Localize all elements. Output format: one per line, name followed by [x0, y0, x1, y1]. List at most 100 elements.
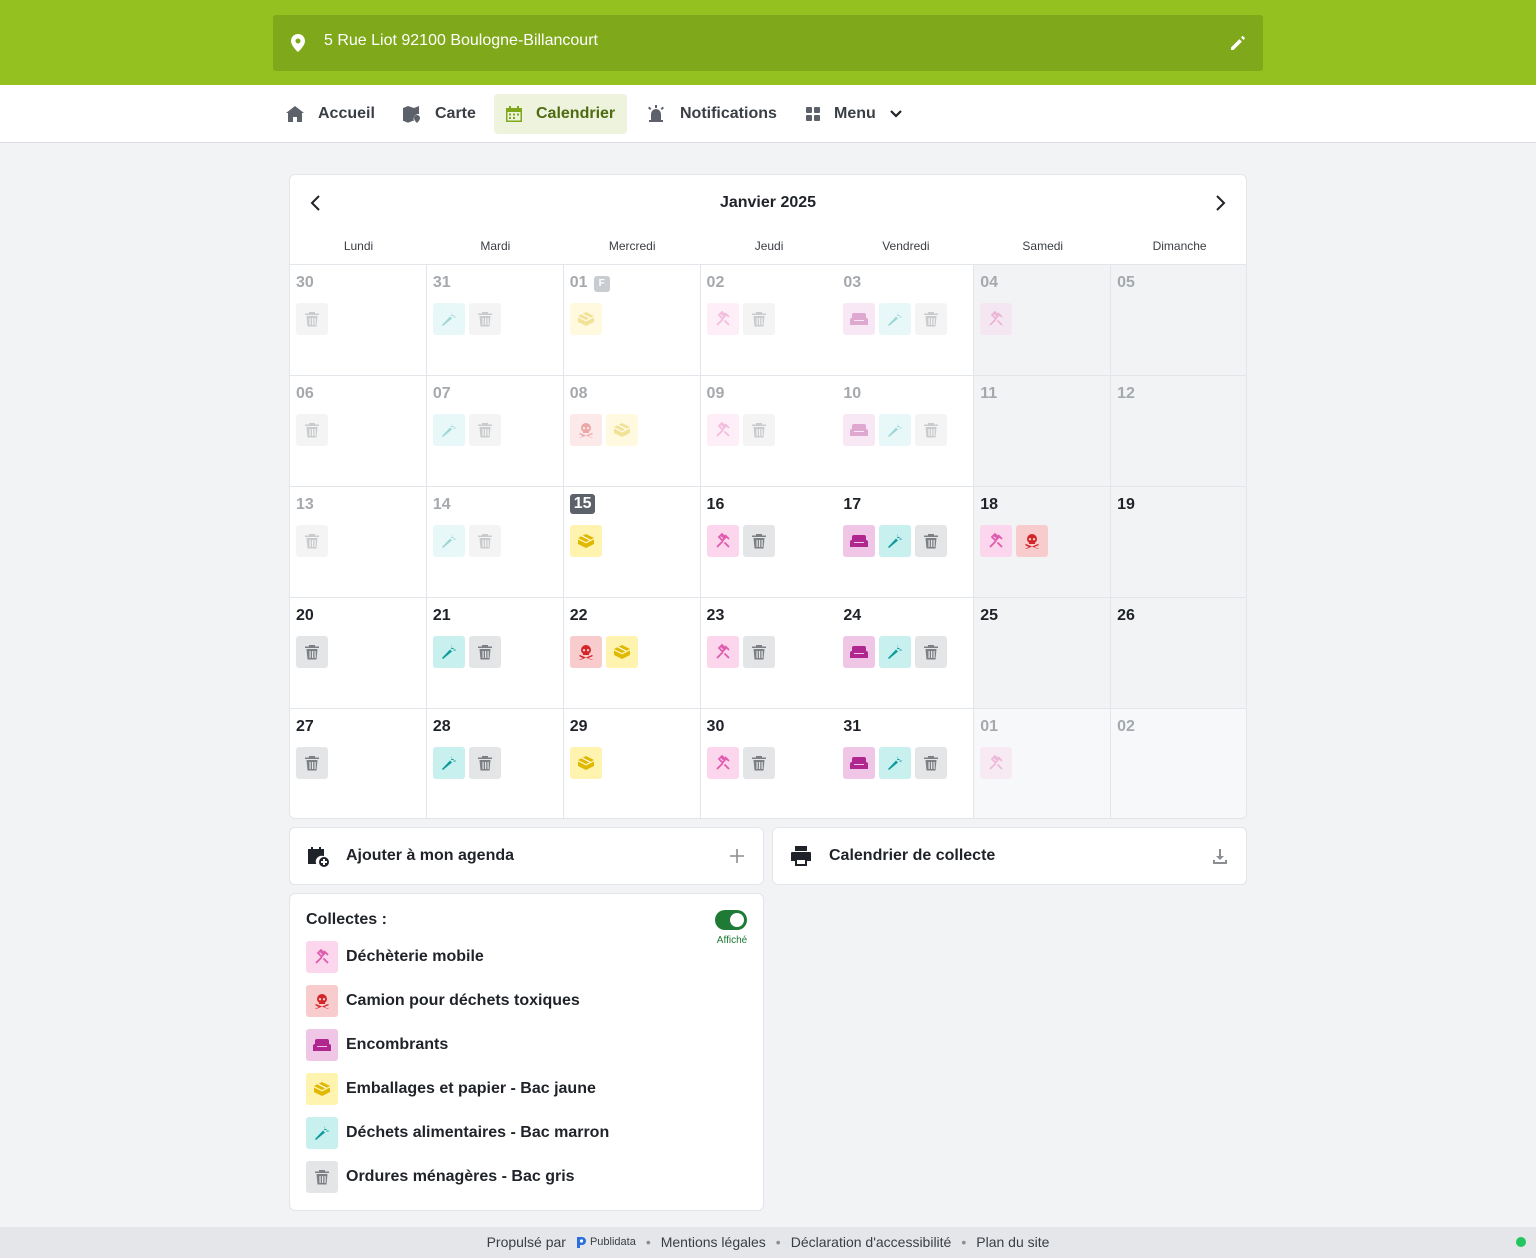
sofa-icon[interactable]	[306, 1029, 338, 1061]
trash-icon[interactable]	[296, 303, 328, 335]
calendar-day-cell[interactable]: 10	[837, 375, 975, 486]
carrot-icon[interactable]	[432, 414, 465, 446]
address-bar[interactable]: 5 Rue Liot 92100 Boulogne-Billancourt	[273, 15, 1263, 71]
trash-icon[interactable]	[915, 747, 948, 779]
calendar-day-cell[interactable]: 02	[1111, 708, 1246, 818]
calendar-day-cell[interactable]: 03	[837, 264, 975, 375]
package-icon[interactable]	[569, 303, 602, 335]
carrot-icon[interactable]	[432, 636, 465, 668]
skull-icon[interactable]	[569, 636, 602, 668]
calendar-day-cell[interactable]: 06	[290, 375, 427, 486]
calendar-day-cell[interactable]: 21	[426, 597, 564, 708]
sofa-icon[interactable]	[843, 525, 876, 557]
trash-icon[interactable]	[296, 747, 328, 779]
calendar-day-cell[interactable]: 19	[1111, 486, 1246, 597]
trash-icon[interactable]	[742, 525, 775, 557]
trash-icon[interactable]	[915, 303, 948, 335]
skull-icon[interactable]	[1016, 525, 1049, 557]
tools-icon[interactable]	[980, 303, 1013, 335]
calendar-day-cell[interactable]: 14	[426, 486, 564, 597]
calendar-day-cell[interactable]: 22	[563, 597, 701, 708]
trash-icon[interactable]	[742, 303, 775, 335]
tools-icon[interactable]	[706, 636, 739, 668]
trash-icon[interactable]	[915, 414, 948, 446]
sofa-icon[interactable]	[843, 303, 876, 335]
legend-item[interactable]: Encombrants	[306, 1029, 448, 1061]
calendar-day-cell[interactable]: 02	[700, 264, 838, 375]
carrot-icon[interactable]	[432, 525, 465, 557]
carrot-icon[interactable]	[306, 1117, 338, 1149]
package-icon[interactable]	[605, 414, 638, 446]
calendar-day-cell[interactable]: 18	[974, 486, 1112, 597]
print-calendar-button[interactable]: Calendrier de collecte	[772, 827, 1247, 885]
calendar-day-cell[interactable]: 26	[1111, 597, 1246, 708]
carrot-icon[interactable]	[879, 636, 912, 668]
nav-item-menu[interactable]: Menu	[794, 94, 914, 134]
calendar-day-cell[interactable]: 17	[837, 486, 975, 597]
trash-icon[interactable]	[915, 636, 948, 668]
nav-item-calendrier[interactable]: Calendrier	[494, 94, 628, 134]
calendar-day-cell[interactable]: 31	[837, 708, 975, 818]
package-icon[interactable]	[569, 747, 602, 779]
trash-icon[interactable]	[742, 414, 775, 446]
carrot-icon[interactable]	[879, 303, 912, 335]
chevron-right-icon[interactable]	[1210, 193, 1230, 213]
calendar-day-cell[interactable]: 29	[563, 708, 701, 818]
skull-icon[interactable]	[569, 414, 602, 446]
calendar-day-cell[interactable]: 23	[700, 597, 838, 708]
tools-icon[interactable]	[706, 414, 739, 446]
legend-item[interactable]: Ordures ménagères - Bac gris	[306, 1161, 575, 1193]
calendar-day-cell[interactable]: 15	[563, 486, 701, 597]
calendar-day-cell[interactable]: 08	[563, 375, 701, 486]
trash-icon[interactable]	[742, 636, 775, 668]
pencil-icon[interactable]	[1229, 34, 1247, 52]
calendar-day-cell[interactable]: 05	[1111, 264, 1246, 375]
carrot-icon[interactable]	[879, 414, 912, 446]
legend-item[interactable]: Camion pour déchets toxiques	[306, 985, 580, 1017]
nav-item-notifications[interactable]: Notifications	[634, 94, 789, 134]
trash-icon[interactable]	[468, 525, 501, 557]
trash-icon[interactable]	[296, 414, 328, 446]
legend-item[interactable]: Déchets alimentaires - Bac marron	[306, 1117, 609, 1149]
calendar-day-cell[interactable]: 30	[290, 264, 427, 375]
trash-icon[interactable]	[296, 636, 328, 668]
display-toggle[interactable]	[715, 910, 747, 930]
trash-icon[interactable]	[468, 303, 501, 335]
trash-icon[interactable]	[742, 747, 775, 779]
sofa-icon[interactable]	[843, 747, 876, 779]
tools-icon[interactable]	[706, 525, 739, 557]
calendar-day-cell[interactable]: 09	[700, 375, 838, 486]
legend-item[interactable]: Emballages et papier - Bac jaune	[306, 1073, 596, 1105]
tools-icon[interactable]	[706, 747, 739, 779]
calendar-day-cell[interactable]: 13	[290, 486, 427, 597]
trash-icon[interactable]	[296, 525, 328, 557]
calendar-day-cell[interactable]: 16	[700, 486, 838, 597]
package-icon[interactable]	[569, 525, 602, 557]
calendar-day-cell[interactable]: 04	[974, 264, 1112, 375]
calendar-day-cell[interactable]: 01 F	[563, 264, 701, 375]
nav-item-accueil[interactable]: Accueil	[274, 94, 387, 134]
calendar-day-cell[interactable]: 07	[426, 375, 564, 486]
legend-item[interactable]: Déchèterie mobile	[306, 941, 484, 973]
skull-icon[interactable]	[306, 985, 338, 1017]
trash-icon[interactable]	[468, 747, 501, 779]
calendar-day-cell[interactable]: 20	[290, 597, 427, 708]
nav-item-carte[interactable]: Carte	[391, 94, 488, 134]
tools-icon[interactable]	[980, 747, 1013, 779]
tools-icon[interactable]	[306, 941, 338, 973]
add-to-agenda-button[interactable]: Ajouter à mon agenda	[289, 827, 764, 885]
calendar-day-cell[interactable]: 28	[426, 708, 564, 818]
publidata-logo[interactable]: Publidata	[576, 1236, 636, 1248]
carrot-icon[interactable]	[879, 525, 912, 557]
calendar-day-cell[interactable]: 24	[837, 597, 975, 708]
calendar-day-cell[interactable]: 01	[974, 708, 1112, 818]
calendar-day-cell[interactable]: 31	[426, 264, 564, 375]
footer-link-accessibility[interactable]: Déclaration d'accessibilité	[791, 1234, 952, 1250]
tools-icon[interactable]	[980, 525, 1013, 557]
calendar-day-cell[interactable]: 25	[974, 597, 1112, 708]
trash-icon[interactable]	[468, 414, 501, 446]
calendar-day-cell[interactable]: 11	[974, 375, 1112, 486]
sofa-icon[interactable]	[843, 636, 876, 668]
package-icon[interactable]	[306, 1073, 338, 1105]
calendar-day-cell[interactable]: 12	[1111, 375, 1246, 486]
